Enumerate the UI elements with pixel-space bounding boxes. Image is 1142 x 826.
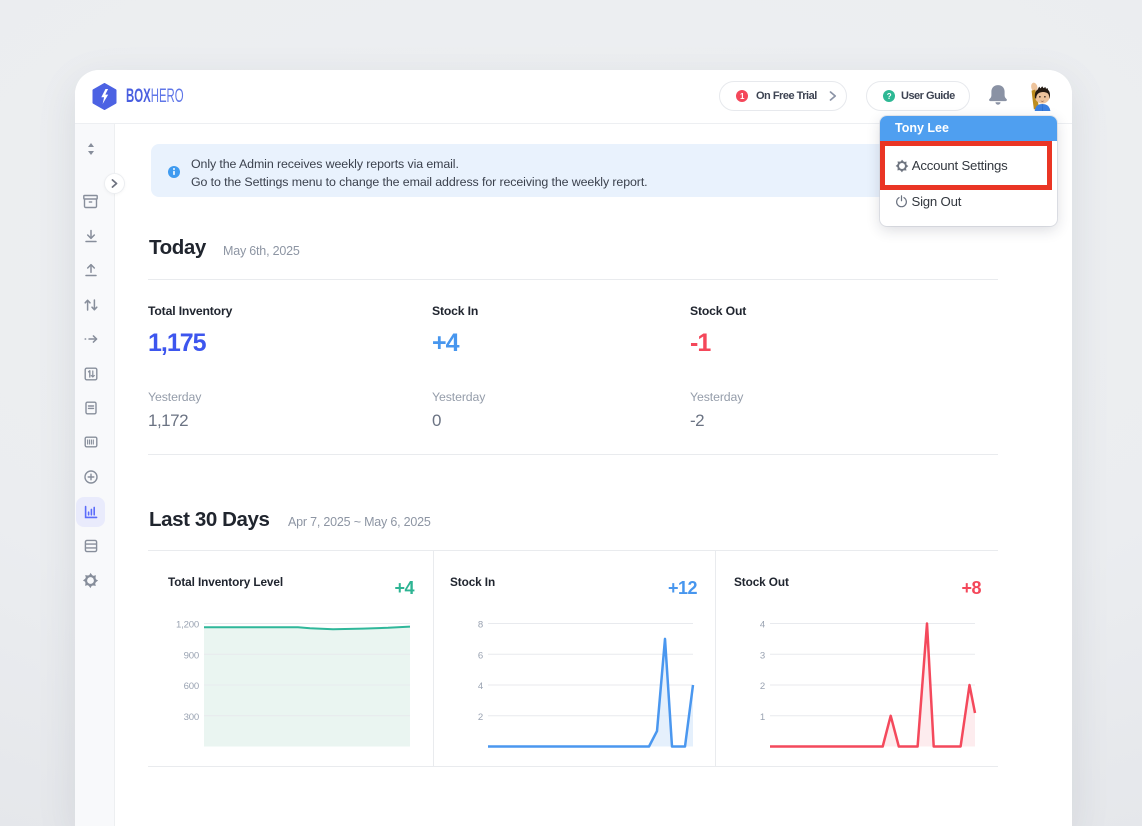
svg-text:2: 2 <box>760 681 765 692</box>
svg-text:600: 600 <box>184 681 199 692</box>
svg-text:3: 3 <box>760 650 765 661</box>
svg-text:4: 4 <box>478 681 484 692</box>
svg-text:300: 300 <box>184 711 199 722</box>
svg-text:1,200: 1,200 <box>176 619 199 630</box>
svg-text:6: 6 <box>478 650 483 661</box>
svg-text:1: 1 <box>760 711 765 722</box>
svg-text:4: 4 <box>760 619 766 630</box>
svg-text:900: 900 <box>184 650 199 661</box>
svg-text:2: 2 <box>478 711 483 722</box>
svg-text:8: 8 <box>478 619 483 630</box>
